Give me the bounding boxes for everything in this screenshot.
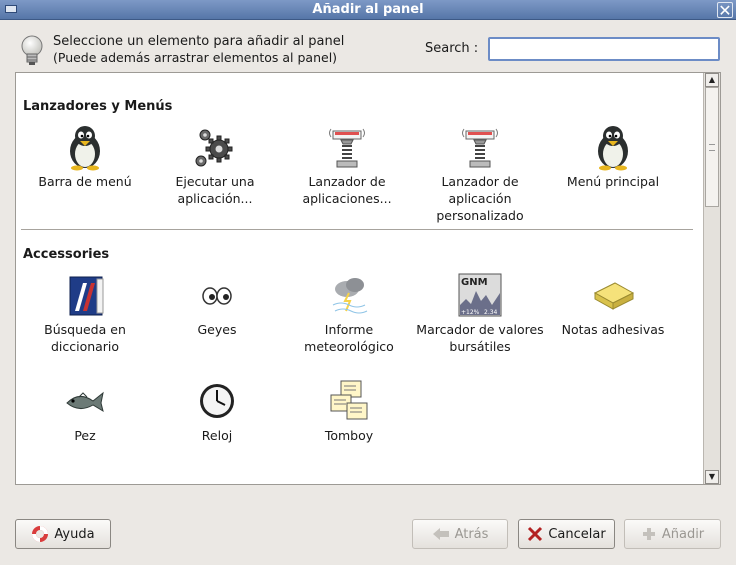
title-bar: Añadir al panel ✕ [0,0,736,20]
item-label: Barra de menú [38,174,132,189]
item-label: Lanzador de aplicación personalizado [436,174,524,223]
stock-ticker-icon: GNM +12% 2.34 [456,271,504,319]
instruction-line-1: Seleccione un elemento para añadir al pa… [53,34,345,49]
instruction-line-2: (Puede además arrastrar elementos al pan… [53,50,338,65]
eyes-icon [193,271,241,319]
item-run-application[interactable]: Ejecutar una aplicación... [149,123,281,207]
close-window-button[interactable]: ✕ [717,2,733,19]
help-button-label: Ayuda [54,526,95,542]
item-geyes[interactable]: Geyes [151,271,283,338]
vertical-scrollbar[interactable]: ▲ ▼ [703,73,720,484]
item-tomboy[interactable]: Tomboy [283,377,415,444]
cancel-x-icon [528,526,543,542]
launcher-icon [323,123,371,171]
plus-icon [642,528,655,540]
item-sticky-notes[interactable]: Notas adhesivas [547,271,679,338]
stock-icon-value: 2.34 [484,309,498,316]
penguin-icon [589,123,637,171]
help-button[interactable]: Ayuda [15,519,111,549]
add-button[interactable]: Añadir [624,519,721,549]
tomboy-icon [325,377,373,425]
item-label: Reloj [201,428,233,443]
cancel-button-label: Cancelar [548,526,606,542]
fish-icon [61,377,109,425]
clock-icon [193,377,241,425]
search-input[interactable] [488,37,720,61]
scroll-down-button[interactable]: ▼ [705,470,719,484]
item-fish[interactable]: Pez [19,377,151,444]
window-title: Añadir al panel [312,2,424,17]
item-label: Búsqueda en diccionario [44,322,126,354]
back-button[interactable]: Atrás [412,519,508,549]
item-label: Ejecutar una aplicación... [175,174,255,206]
item-clock[interactable]: Reloj [151,377,283,444]
items-panel: Lanzadores y Menús Barra de menú Ejecuta… [15,72,721,485]
lifebuoy-icon [32,526,49,542]
item-stock-ticker[interactable]: GNM +12% 2.34 Marcador de valores bursát… [414,271,546,355]
scroll-thumb[interactable] [705,87,719,207]
scroll-up-button[interactable]: ▲ [705,73,719,87]
arrow-left-icon [432,528,449,540]
item-main-menu[interactable]: Menú principal [547,123,679,190]
section-title-accessories: Accessories [23,247,110,262]
section-title-launchers: Lanzadores y Menús [23,99,173,114]
lightbulb-icon [21,35,43,65]
weather-icon [325,271,373,319]
sticky-notes-icon [589,271,637,319]
add-button-label: Añadir [661,526,705,542]
item-dictionary-lookup[interactable]: Búsqueda en diccionario [19,271,151,355]
item-application-launcher[interactable]: Lanzador de aplicaciones... [281,123,413,207]
stock-icon-change: +12% [461,309,480,316]
item-label: Marcador de valores bursátiles [416,322,544,354]
item-label: Menú principal [566,174,660,189]
item-label: Tomboy [324,428,374,443]
cancel-button[interactable]: Cancelar [518,519,615,549]
item-label: Geyes [197,322,237,337]
penguin-icon [61,123,109,171]
dictionary-icon [61,271,109,319]
item-custom-launcher[interactable]: Lanzador de aplicación personalizado [414,123,546,224]
instructions: Seleccione un elemento para añadir al pa… [53,34,344,66]
stock-icon-title: GNM [461,277,488,288]
item-label: Notas adhesivas [561,322,665,337]
launcher-icon [456,123,504,171]
back-button-label: Atrás [454,526,489,542]
section-divider [21,229,693,230]
item-label: Informe meteorológico [304,322,394,354]
item-menu-bar[interactable]: Barra de menú [19,123,151,190]
search-label: Search : [425,41,479,56]
gears-icon [191,123,239,171]
item-label: Pez [74,428,96,443]
item-label: Lanzador de aplicaciones... [302,174,392,206]
item-weather-report[interactable]: Informe meteorológico [283,271,415,355]
